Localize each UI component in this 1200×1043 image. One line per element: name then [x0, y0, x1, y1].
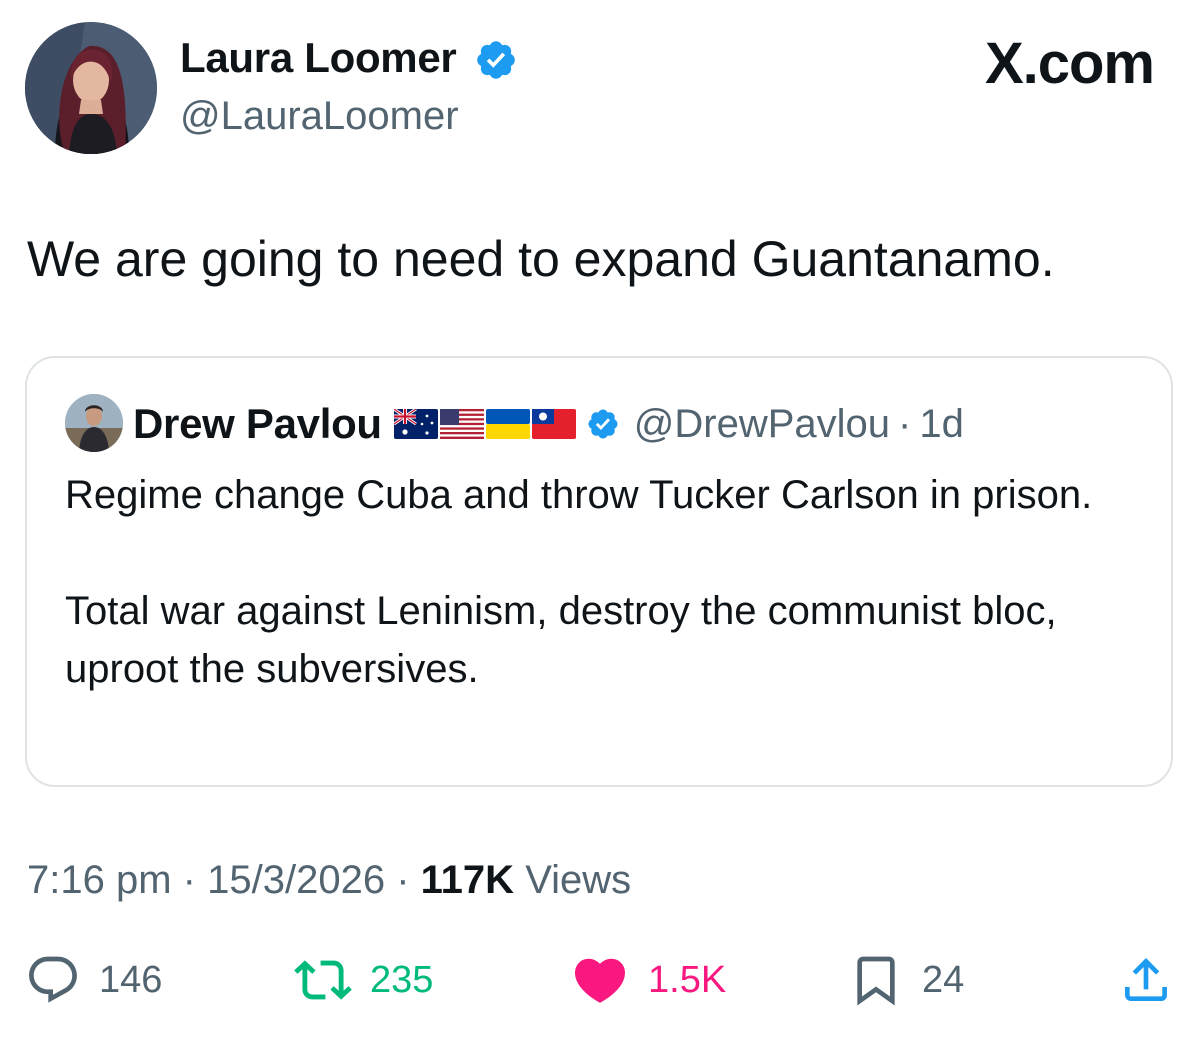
dot-separator: ·: [396, 858, 410, 902]
brand-watermark: X.com: [984, 31, 1155, 96]
retweet-button[interactable]: 235: [294, 950, 433, 1010]
views-label: Views: [525, 858, 632, 902]
tweet-meta: 7:16 pm · 15/3/2026 · 117K Views: [27, 858, 631, 903]
quoted-tweet-paragraph: Total war against Leninism, destroy the …: [65, 589, 1057, 691]
author-name[interactable]: Laura Loomer: [180, 34, 457, 82]
quoted-author-avatar[interactable]: [65, 394, 123, 452]
heart-icon: [574, 958, 626, 1003]
quoted-tweet-age[interactable]: 1d: [919, 402, 964, 447]
author-handle[interactable]: @LauraLoomer: [180, 94, 459, 139]
dot-separator: ·: [182, 858, 196, 902]
verified-badge-icon: [588, 409, 618, 439]
views-count: 117K: [420, 858, 515, 902]
australia-flag-icon: [393, 409, 438, 439]
reply-button[interactable]: 146: [25, 950, 162, 1010]
quoted-tweet-paragraph: Regime change Cuba and throw Tucker Carl…: [65, 473, 1093, 517]
bookmark-icon: [857, 956, 895, 1006]
tweet-screenshot: Laura Loomer @LauraLoomer X.com We are g…: [0, 0, 1200, 1043]
author-avatar[interactable]: [25, 22, 157, 154]
share-icon: [1125, 958, 1167, 1001]
like-count: 1.5K: [648, 958, 727, 1001]
taiwan-flag-icon: [531, 409, 576, 439]
quoted-tweet-card[interactable]: Drew Pavlou @DrewPavlou · 1d Regime chan…: [25, 356, 1173, 787]
ukraine-flag-icon: [485, 409, 530, 439]
like-button[interactable]: 1.5K: [570, 950, 726, 1010]
quoted-tweet-header: Drew Pavlou @DrewPavlou · 1d: [133, 398, 964, 450]
bookmark-button[interactable]: 24: [848, 950, 964, 1010]
quoted-author-handle[interactable]: @DrewPavlou: [634, 402, 890, 447]
bookmark-count: 24: [922, 958, 965, 1001]
retweet-icon: [294, 960, 352, 1000]
retweet-count: 235: [370, 958, 434, 1001]
tweet-date[interactable]: 15/3/2026: [207, 858, 385, 902]
quoted-tweet-text: Regime change Cuba and throw Tucker Carl…: [65, 466, 1125, 698]
reply-icon: [29, 956, 77, 1003]
quoted-author-name[interactable]: Drew Pavlou: [133, 400, 382, 448]
reply-count: 146: [99, 958, 163, 1001]
flag-emojis: [393, 409, 576, 439]
verified-badge-icon: [477, 41, 515, 79]
tweet-time[interactable]: 7:16 pm: [27, 858, 172, 902]
usa-flag-icon: [439, 409, 484, 439]
dot-separator: ·: [898, 401, 912, 446]
share-button[interactable]: [1118, 950, 1174, 1010]
tweet-text: We are going to need to expand Guantanam…: [27, 231, 1055, 287]
